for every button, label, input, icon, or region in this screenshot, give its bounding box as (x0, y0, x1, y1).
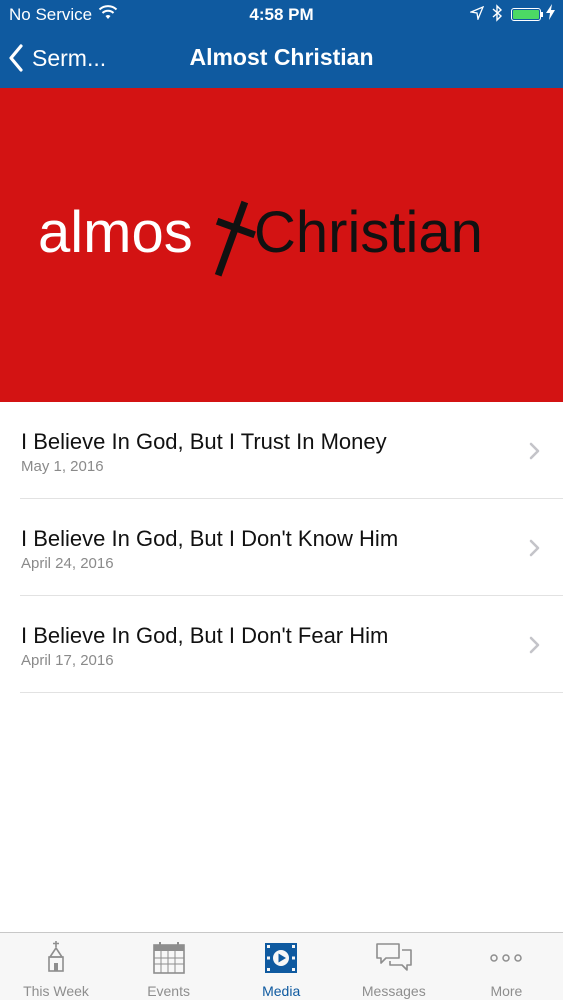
more-dots-icon (450, 938, 562, 983)
charging-bolt-icon (546, 4, 555, 25)
tab-label: More (490, 983, 523, 999)
chat-bubbles-icon (338, 938, 450, 983)
chevron-right-icon (529, 539, 541, 562)
tab-more[interactable]: More (450, 933, 562, 1001)
sermon-date: April 17, 2016 (21, 652, 114, 669)
media-film-icon (225, 938, 337, 983)
tab-media[interactable]: Media (225, 933, 337, 1001)
status-bar: No Service 4:58 PM (0, 0, 563, 30)
chevron-right-icon (529, 442, 541, 465)
battery-icon (511, 8, 541, 21)
location-arrow-icon (468, 5, 485, 25)
tab-messages[interactable]: Messages (338, 933, 450, 1001)
sermon-date: April 24, 2016 (21, 555, 114, 572)
page-title: Almost Christian (189, 44, 374, 70)
calendar-icon (113, 938, 225, 983)
row-divider (20, 692, 563, 693)
tab-this-week[interactable]: This Week (0, 933, 112, 1001)
sermon-series-banner: almos Christian (0, 88, 563, 402)
tab-label: Media (262, 983, 301, 999)
sermon-date: May 1, 2016 (21, 458, 104, 475)
sermon-title: I Believe In God, But I Don't Fear Him (21, 623, 389, 648)
logo-text-right: Christian (254, 200, 483, 265)
tab-events[interactable]: Events (113, 933, 225, 1001)
sermon-list: I Believe In God, But I Trust In Money Ma… (0, 402, 563, 693)
battery-nub (541, 12, 543, 17)
sermon-row[interactable]: I Believe In God, But I Trust In Money Ma… (0, 402, 563, 499)
logo-text-left: almos (38, 200, 193, 265)
tab-label: Messages (361, 983, 426, 999)
bluetooth-icon (491, 4, 503, 27)
sermon-row[interactable]: I Believe In God, But I Don't Know Him Ap… (0, 499, 563, 596)
church-icon (0, 938, 112, 983)
sermon-row[interactable]: I Believe In God, But I Don't Fear Him Ap… (0, 596, 563, 693)
header-bar: No Service 4:58 PM Serm... Almost Christ… (0, 0, 563, 88)
tab-bar: This Week Events Media Messages More (0, 932, 563, 1000)
tab-label: This Week (23, 983, 89, 999)
sermon-title: I Believe In God, But I Trust In Money (21, 429, 387, 454)
chevron-right-icon (529, 636, 541, 659)
series-logo: almos Christian (38, 200, 483, 277)
sermon-title: I Believe In God, But I Don't Know Him (21, 526, 399, 551)
tab-label: Events (147, 983, 190, 999)
